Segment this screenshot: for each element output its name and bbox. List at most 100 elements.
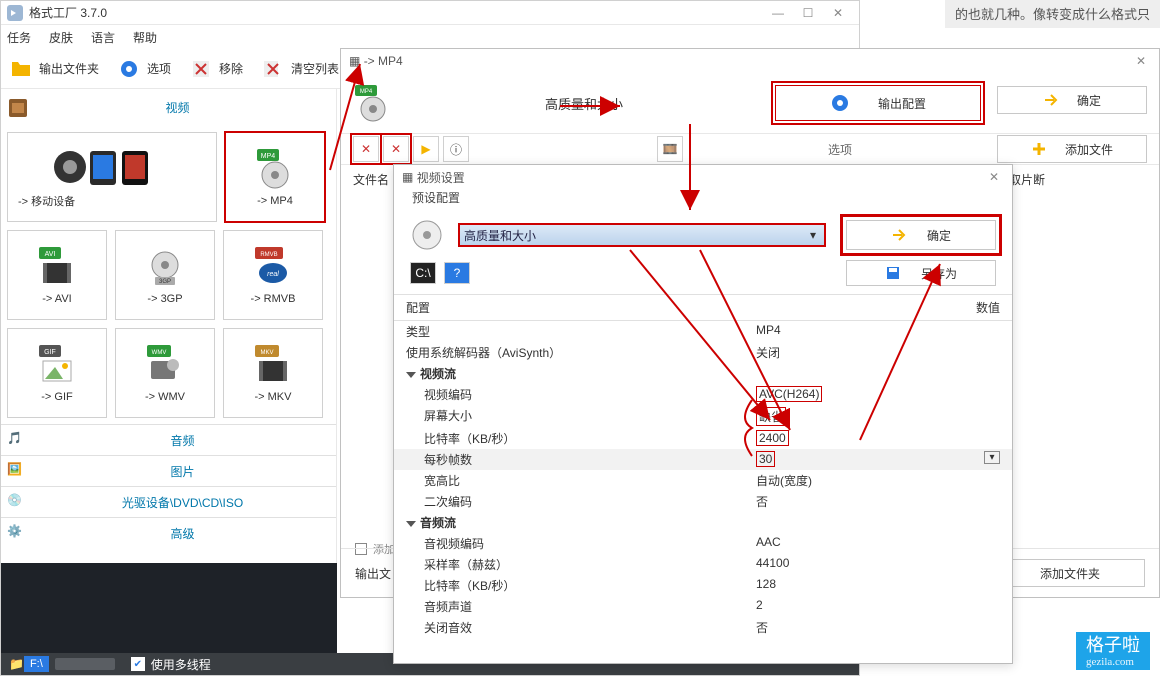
multithread-checkbox[interactable]: ✔ [131, 657, 145, 671]
row-sample-val[interactable]: 44100 [756, 556, 1000, 573]
settings-table: 配置 数值 类型MP4 使用系统解码器（AviSynth）关闭 视频流 视频编码… [394, 294, 1012, 634]
row-channels-val[interactable]: 2 [756, 598, 1000, 615]
add-file-button[interactable]: 添加文件 [997, 135, 1147, 163]
advanced-icon: ⚙️ [7, 524, 25, 542]
tile-wmv[interactable]: WMV -> WMV [115, 328, 215, 418]
cmd-button[interactable]: C:\ [410, 262, 436, 284]
category-video[interactable]: 视频 [27, 93, 328, 122]
dark-footer-area [1, 563, 337, 653]
tile-mp4-label: -> MP4 [257, 195, 293, 207]
minimize-button[interactable]: — [763, 3, 793, 23]
video-settings-ok-label: 确定 [927, 227, 951, 244]
menu-language[interactable]: 语言 [91, 29, 115, 46]
output-drive[interactable]: F:\ [24, 656, 49, 672]
tile-rmvb[interactable]: RMVBreal -> RMVB [223, 230, 323, 320]
group-audio-stream[interactable]: 音频流 [394, 512, 1012, 533]
save-as-button[interactable]: 另存为 [846, 260, 996, 286]
row-abitrate-key: 比特率（KB/秒） [406, 577, 756, 594]
tile-3gp[interactable]: 3GP -> 3GP [115, 230, 215, 320]
options-button[interactable]: 选项 [117, 57, 171, 81]
row-vcodec-key: 视频编码 [406, 386, 756, 403]
row-acodec-val[interactable]: AAC [756, 535, 1000, 552]
video-settings-close[interactable]: ✕ [984, 170, 1004, 184]
clear-item-button[interactable]: ✕ [383, 136, 409, 162]
row-vcodec-val[interactable]: AVC(H264) [756, 386, 822, 402]
mp4-icon: MP4 [253, 147, 297, 191]
preset-select[interactable]: 高质量和大小 ▾ [458, 223, 826, 247]
save-icon [885, 265, 901, 281]
ok-button[interactable]: 确定 [997, 86, 1147, 114]
category-disc[interactable]: 💿光驱设备\DVD\CD\ISO [1, 486, 336, 517]
tile-mkv[interactable]: MKV -> MKV [223, 328, 323, 418]
row-type-key: 类型 [406, 323, 756, 340]
header-value: 数值 [976, 299, 1000, 316]
clip-tool-button[interactable]: 🎞️ [657, 136, 683, 162]
menu-skin[interactable]: 皮肤 [49, 29, 73, 46]
svg-text:MP4: MP4 [360, 89, 373, 95]
row-fps-val[interactable]: 30 [756, 451, 775, 467]
video-settings-title: 视频设置 [417, 169, 465, 186]
svg-text:WMV: WMV [152, 350, 167, 356]
svg-text:MP4: MP4 [261, 153, 276, 160]
delete-item-button[interactable]: ✕ [353, 136, 379, 162]
header-config: 配置 [406, 299, 976, 316]
options-label: 选项 [687, 141, 993, 158]
row-twopass-val[interactable]: 否 [756, 493, 1000, 510]
row-type-val: MP4 [756, 323, 1000, 340]
group-video-stream[interactable]: 视频流 [394, 363, 1012, 384]
maximize-button[interactable]: ☐ [793, 3, 823, 23]
svg-text:GIF: GIF [44, 349, 56, 356]
chevron-down-icon[interactable]: ▾ [984, 451, 1000, 464]
mp4-dialog-titlebar[interactable]: ▦ -> MP4 ✕ [341, 49, 1159, 73]
tile-3gp-label: -> 3GP [147, 293, 182, 305]
clear-list-button[interactable]: 清空列表 [261, 57, 339, 81]
tile-mobile[interactable]: -> 移动设备 [7, 132, 217, 222]
multithread-label: 使用多线程 [151, 656, 211, 673]
row-size-val[interactable]: 缺省 [756, 407, 786, 426]
add-folder-button[interactable]: 添加文件夹 [995, 559, 1145, 587]
row-twopass-key: 二次编码 [406, 493, 756, 510]
video-settings-icon: ▦ [402, 170, 413, 184]
music-icon: 🎵 [7, 431, 25, 449]
row-aspect-val[interactable]: 自动(宽度) [756, 472, 1000, 489]
tile-avi-label: -> AVI [42, 293, 71, 305]
category-picture[interactable]: 🖼️图片 [1, 455, 336, 486]
category-disc-label: 光驱设备\DVD\CD\ISO [35, 494, 330, 511]
output-config-button[interactable]: 输出配置 [775, 85, 981, 121]
menu-task[interactable]: 任务 [7, 29, 31, 46]
row-abitrate-val[interactable]: 128 [756, 577, 1000, 594]
output-folder-button[interactable]: 输出文件夹 [9, 57, 99, 81]
plus-icon [1031, 141, 1047, 157]
remove-button[interactable]: 移除 [189, 57, 243, 81]
titlebar[interactable]: 格式工厂 3.7.0 — ☐ ✕ [1, 1, 859, 25]
svg-text:real: real [267, 271, 279, 278]
arrow-right-icon [891, 227, 907, 243]
ok-label: 确定 [1077, 92, 1101, 109]
video-settings-titlebar[interactable]: ▦ 视频设置 ✕ [394, 165, 1012, 189]
row-sample-key: 采样率（赫兹） [406, 556, 756, 573]
tile-wmv-label: -> WMV [145, 391, 185, 403]
tile-mp4[interactable]: MP4 -> MP4 [225, 132, 325, 222]
tile-avi[interactable]: AVI -> AVI [7, 230, 107, 320]
tile-gif[interactable]: GIF -> GIF [7, 328, 107, 418]
save-as-label: 另存为 [921, 265, 957, 282]
menu-help[interactable]: 帮助 [133, 29, 157, 46]
video-settings-ok-button[interactable]: 确定 [846, 220, 996, 250]
wmv-icon: WMV [143, 343, 187, 387]
play-button[interactable]: ▶ [413, 136, 439, 162]
help-button[interactable]: ? [444, 262, 470, 284]
x-icon: ✕ [361, 142, 371, 156]
output-config-label: 输出配置 [878, 95, 926, 112]
remove-label: 移除 [219, 60, 243, 77]
row-fps-key: 每秒帧数 [406, 451, 756, 468]
picture-icon: 🖼️ [7, 462, 25, 480]
mp4-dialog-close[interactable]: ✕ [1131, 54, 1151, 68]
row-mute-val[interactable]: 否 [756, 619, 1000, 634]
row-mute-key: 关闭音效 [406, 619, 756, 634]
category-advanced[interactable]: ⚙️高级 [1, 517, 336, 548]
info-button[interactable]: ⓘ [443, 136, 469, 162]
row-vbitrate-val[interactable]: 2400 [756, 430, 789, 446]
close-button[interactable]: ✕ [823, 3, 853, 23]
category-audio[interactable]: 🎵音频 [1, 424, 336, 455]
video-tiles: -> 移动设备 MP4 -> MP4 AVI -> AVI 3GP -> 3GP… [1, 126, 336, 424]
